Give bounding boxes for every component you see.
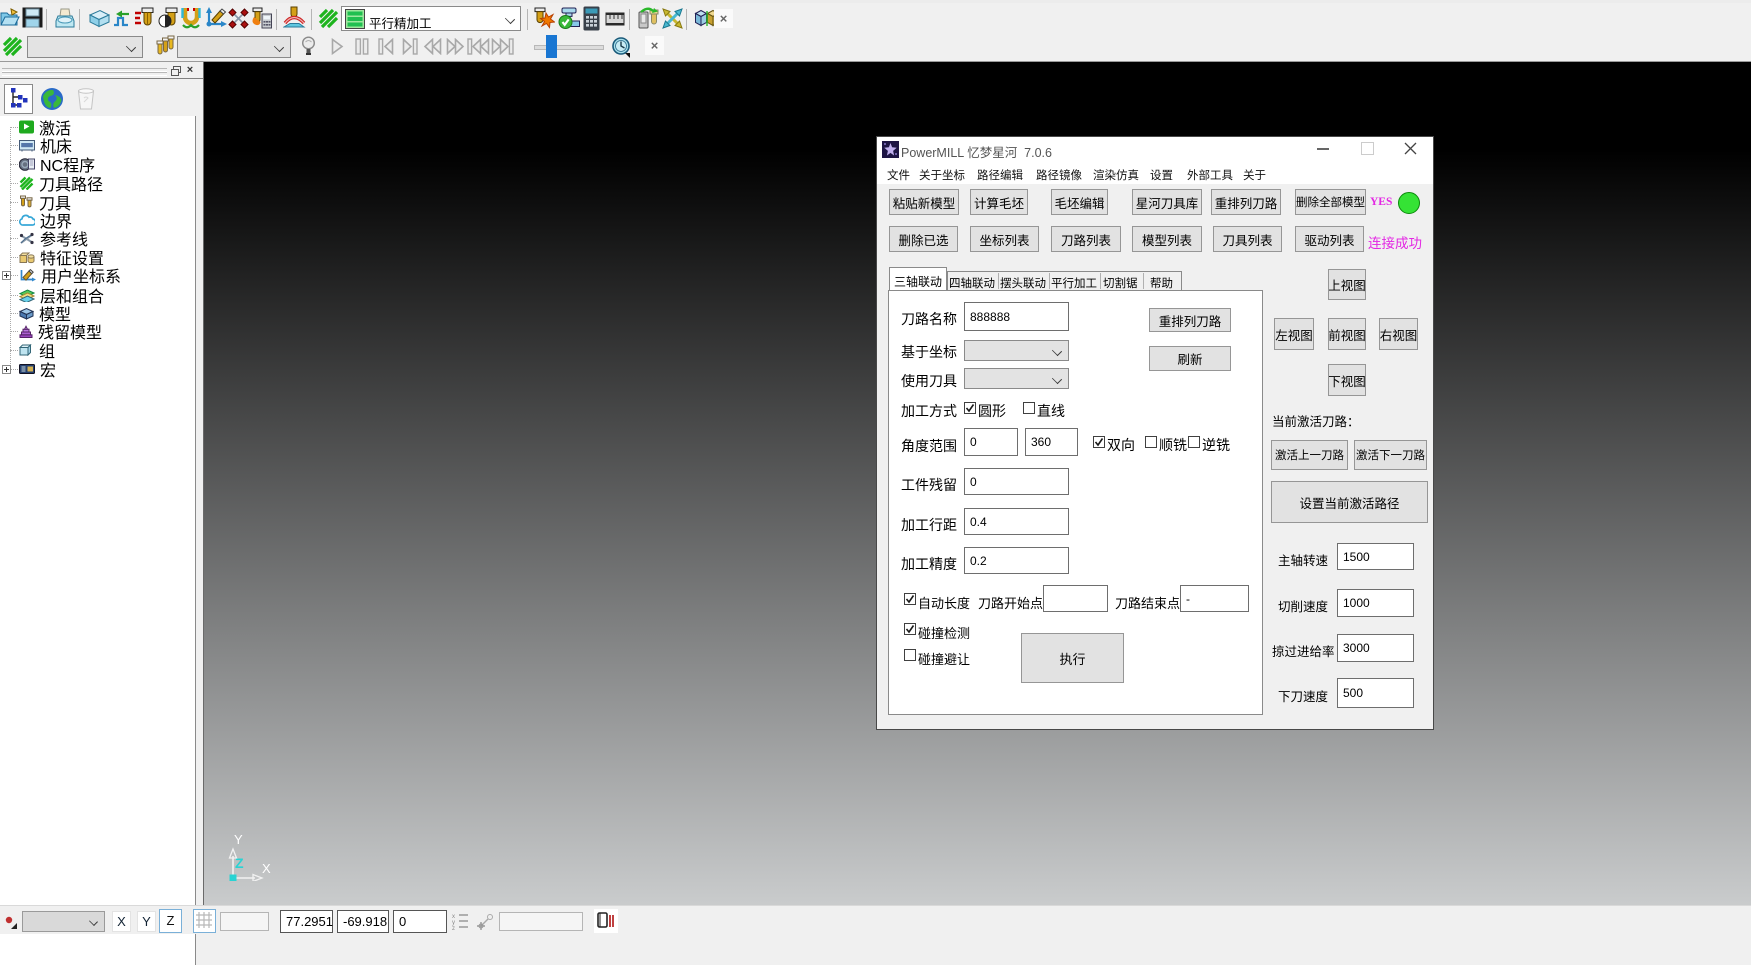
- svg-text:z: z: [452, 926, 455, 930]
